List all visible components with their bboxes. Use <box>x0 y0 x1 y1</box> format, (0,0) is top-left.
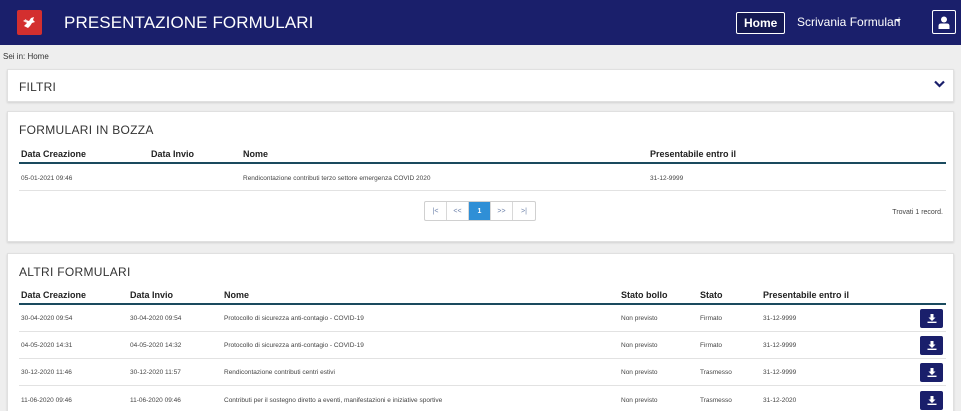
draft-forms-panel: FORMULARI IN BOZZA Data Creazione Data I… <box>7 111 954 242</box>
download-icon <box>927 314 936 323</box>
caret-down-icon[interactable] <box>895 19 901 22</box>
download-icon <box>927 341 936 350</box>
page-current-button[interactable]: 1 <box>469 202 491 220</box>
download-button[interactable] <box>920 363 943 382</box>
nav-scrivania-dropdown[interactable]: Scrivania Formulari <box>797 15 900 29</box>
col-nome[interactable]: Nome <box>243 149 268 159</box>
cell-stato: Firmato <box>700 342 723 349</box>
col-nome[interactable]: Nome <box>224 290 249 300</box>
filters-title: FILTRI <box>19 80 56 94</box>
cell-bollo: Non previsto <box>621 369 658 376</box>
col-data-creazione[interactable]: Data Creazione <box>21 149 86 159</box>
col-data-creazione[interactable]: Data Creazione <box>21 290 86 300</box>
header-rule <box>19 303 946 305</box>
download-button[interactable] <box>920 336 943 355</box>
pagination: |< << 1 >> >| <box>424 201 536 221</box>
page-first-button[interactable]: |< <box>425 202 447 220</box>
cell-deadline: 31-12-9999 <box>763 315 797 322</box>
row-divider <box>19 385 946 386</box>
cell-name[interactable]: Protocollo di sicurezza anti-contagio - … <box>224 315 364 322</box>
download-icon <box>927 368 936 377</box>
cell-sent: 11-06-2020 09:46 <box>130 397 181 404</box>
col-data-invio[interactable]: Data Invio <box>130 290 173 300</box>
app-title: PRESENTAZIONE FORMULARI <box>64 13 314 32</box>
cell-stato: Firmato <box>700 315 723 322</box>
record-count: Trovati 1 record. <box>892 209 943 216</box>
row-divider <box>19 331 946 332</box>
cell-name[interactable]: Contributi per il sostegno diretto a eve… <box>224 397 442 404</box>
cell-deadline: 31-12-2020 <box>763 397 797 404</box>
download-button[interactable] <box>920 391 943 410</box>
col-stato-bollo[interactable]: Stato bollo <box>621 290 668 300</box>
header-rule <box>19 162 946 164</box>
chevron-down-icon[interactable] <box>934 80 945 88</box>
breadcrumb: Sei in: Home <box>3 52 49 61</box>
cell-created: 05-01-2021 09:46 <box>21 175 73 182</box>
cell-name[interactable]: Rendicontazione contributi terzo settore… <box>243 175 431 182</box>
cell-deadline: 31-12-9999 <box>763 369 797 376</box>
download-icon <box>927 396 936 405</box>
col-presentabile[interactable]: Presentabile entro il <box>763 290 849 300</box>
row-divider <box>19 190 946 191</box>
cell-sent: 30-12-2020 11:57 <box>130 369 181 376</box>
download-button[interactable] <box>920 309 943 328</box>
page-prev-button[interactable]: << <box>447 202 469 220</box>
cell-deadline: 31-12-9999 <box>763 342 797 349</box>
user-menu-button[interactable] <box>932 10 956 34</box>
other-forms-title: ALTRI FORMULARI <box>19 265 131 279</box>
page-last-button[interactable]: >| <box>513 202 535 220</box>
region-logo[interactable] <box>17 10 42 35</box>
draft-forms-title: FORMULARI IN BOZZA <box>19 123 154 137</box>
cell-created: 30-04-2020 09:54 <box>21 315 73 322</box>
cell-bollo: Non previsto <box>621 342 658 349</box>
cell-bollo: Non previsto <box>621 397 658 404</box>
cell-sent: 30-04-2020 09:54 <box>130 315 182 322</box>
cell-name[interactable]: Rendicontazione contributi centri estivi <box>224 369 335 376</box>
cell-name[interactable]: Protocollo di sicurezza anti-contagio - … <box>224 342 364 349</box>
cell-deadline: 31-12-9999 <box>650 175 684 182</box>
page-next-button[interactable]: >> <box>491 202 513 220</box>
other-forms-panel: ALTRI FORMULARI Data Creazione Data Invi… <box>7 253 954 411</box>
nav-home-button[interactable]: Home <box>736 12 786 34</box>
filters-panel[interactable]: FILTRI <box>7 69 954 102</box>
cell-created: 04-05-2020 14:31 <box>21 342 73 349</box>
user-icon <box>938 16 950 29</box>
col-presentabile[interactable]: Presentabile entro il <box>650 149 736 159</box>
top-navbar: PRESENTAZIONE FORMULARI Home Scrivania F… <box>0 0 961 45</box>
cell-bollo: Non previsto <box>621 315 658 322</box>
cell-created: 11-06-2020 09:46 <box>21 397 72 404</box>
cell-stato: Trasmesso <box>700 397 732 404</box>
row-divider <box>19 358 946 359</box>
col-data-invio[interactable]: Data Invio <box>151 149 194 159</box>
pegasus-logo-icon <box>23 17 35 28</box>
cell-stato: Trasmesso <box>700 369 732 376</box>
col-stato[interactable]: Stato <box>700 290 723 300</box>
cell-sent: 04-05-2020 14:32 <box>130 342 182 349</box>
cell-created: 30-12-2020 11:46 <box>21 369 72 376</box>
